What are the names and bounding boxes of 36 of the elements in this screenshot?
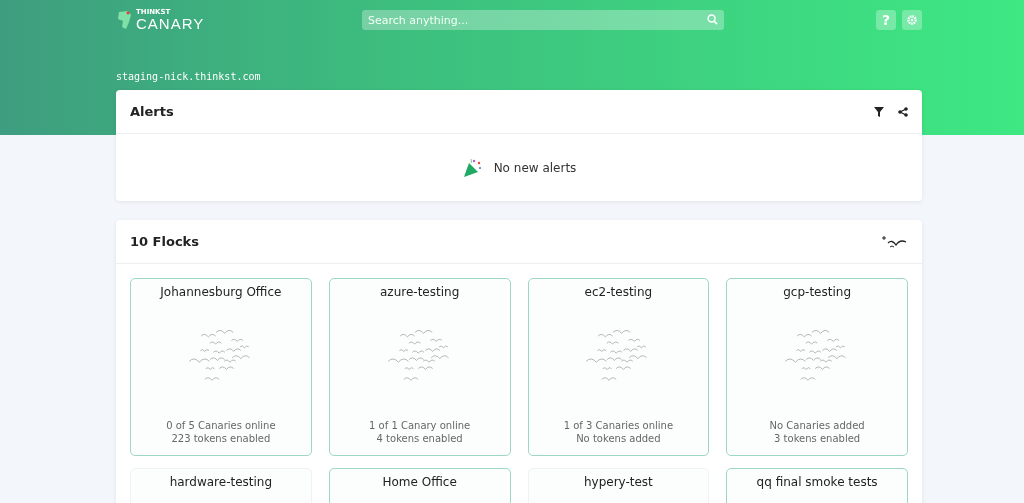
canary-status: 1 of 3 Canaries online — [563, 419, 674, 432]
flock-card[interactable]: gcp-testing No Canaries added 3 tokens enabled — [726, 278, 908, 456]
token-status: 4 tokens enabled — [376, 432, 463, 445]
flock-name: gcp-testing — [783, 285, 851, 299]
flock-name: ec2-testing — [584, 285, 653, 299]
hostname: staging-nick.thinkst.com — [116, 71, 262, 82]
token-status: 3 tokens enabled — [774, 432, 861, 445]
flock-name: Johannesburg Office — [160, 285, 282, 299]
flock-card[interactable]: qq final smoke tests — [726, 468, 908, 503]
add-flock-icon[interactable] — [882, 234, 908, 249]
flock-name: qq final smoke tests — [756, 475, 878, 489]
flock-card[interactable]: hypery-test — [527, 468, 710, 503]
logo-wordmark: CANARY — [136, 16, 205, 31]
canary-logo-icon — [116, 10, 132, 30]
flock-card[interactable]: Johannesburg Office 0 of 5 Canaries online 223 tokens enabled — [130, 278, 312, 456]
flock-name: hypery-test — [583, 475, 653, 489]
search-icon — [707, 14, 718, 25]
share-icon[interactable] — [898, 106, 908, 117]
flock-name: Home Office — [382, 475, 457, 489]
token-status: 223 tokens enabled — [171, 432, 271, 445]
empty-message: No new alerts — [493, 160, 577, 175]
card-title: 10 Flocks — [130, 234, 199, 249]
token-status: No tokens added — [576, 432, 661, 445]
settings-icon — [906, 14, 918, 26]
card-title: Alerts — [130, 104, 174, 119]
flock-card[interactable]: Home Office — [328, 468, 511, 503]
canary-status: No Canaries added — [769, 419, 865, 432]
flock-card[interactable]: hardware-testing — [130, 468, 312, 503]
filter-icon[interactable] — [874, 106, 884, 117]
flock-card[interactable]: ec2-testing 1 of 3 Canaries online No tokens added — [527, 278, 710, 456]
party-popper-icon — [461, 156, 484, 179]
flock-name: azure-testing — [380, 285, 460, 299]
canary-status: 1 of 1 Canary online — [369, 419, 471, 432]
flock-card[interactable]: azure-testing 1 of 1 Canary online 4 tokens enabled — [328, 278, 511, 456]
canary-status: 0 of 5 Canaries online — [166, 419, 276, 432]
flock-name: hardware-testing — [169, 475, 273, 489]
